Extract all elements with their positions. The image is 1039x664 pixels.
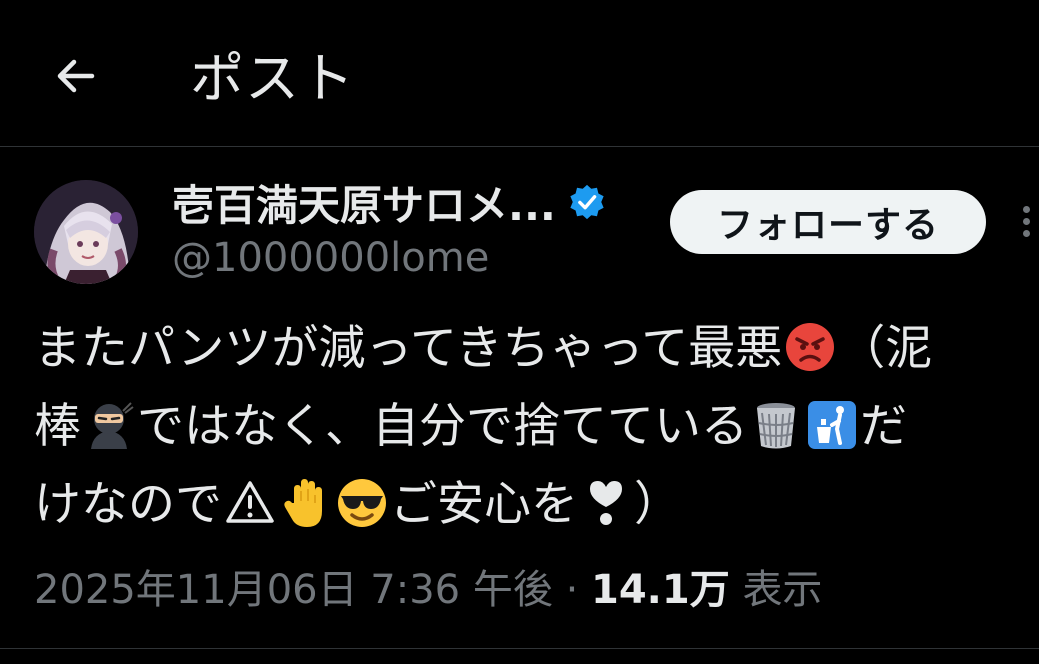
tweet-text-segment: けなので	[34, 477, 222, 532]
avatar[interactable]	[34, 180, 138, 284]
tweet-line-1: またパンツが減ってきちゃって最悪 （泥	[34, 310, 1034, 388]
smiling-face-with-sunglasses-emoji-icon	[338, 479, 386, 527]
arrow-left-icon	[57, 59, 95, 93]
header-divider	[0, 146, 1039, 147]
views-label: 表示	[742, 567, 823, 613]
tweet-text-segment: だ	[860, 399, 907, 454]
wastebasket-emoji-icon	[757, 403, 795, 449]
author-handle[interactable]: @1000000lome	[172, 232, 489, 284]
author-name-row[interactable]: 壱百満天原サロメ...	[172, 170, 606, 234]
angry-face-emoji-icon	[786, 323, 835, 371]
heart-exclamation-emoji-icon	[590, 481, 622, 525]
tweet-text-segment: またパンツが減ってきちゃって最悪	[34, 321, 783, 376]
litter-in-bin-sign-emoji-icon	[808, 401, 856, 449]
display-name[interactable]: 壱百満天原サロメ...	[172, 172, 556, 233]
raised-hand-emoji-icon	[284, 479, 322, 527]
page-title: ポスト	[190, 47, 355, 110]
follow-button[interactable]: フォローする	[670, 190, 986, 254]
more-dot	[1023, 230, 1030, 237]
more-options-button[interactable]	[1012, 200, 1039, 244]
more-dots-icon	[1023, 206, 1030, 213]
tweet-text-segment: ではなく、自分で捨てている	[137, 399, 748, 454]
tweet-text-segment: 棒	[34, 399, 81, 454]
tweet-text-segment: ご安心を	[390, 477, 578, 532]
tweet-meta: 2025年11月06日 7:36 午後 · 14.1万 表示	[34, 560, 822, 620]
verified-badge-icon	[570, 184, 604, 220]
warning-emoji-icon	[226, 481, 274, 523]
meta-divider	[0, 648, 1039, 649]
back-button[interactable]	[44, 46, 104, 106]
more-dot	[1023, 218, 1030, 225]
tweet-line-2: 棒 ではなく、自分で捨てている だ	[34, 388, 1034, 466]
timestamp[interactable]: 2025年11月06日 7:36 午後	[34, 567, 553, 613]
views-count: 14.1万	[591, 567, 730, 613]
tweet-text-segment: （泥	[838, 321, 933, 376]
tweet-text-segment: ）	[634, 477, 681, 532]
top-bar: ポスト	[0, 0, 1039, 146]
ninja-emoji-icon	[91, 402, 134, 449]
tweet-line-3: けなので ご安心を ）	[34, 466, 1034, 544]
tweet-text: またパンツが減ってきちゃって最悪 （泥 棒 ではなく、自分で捨てている だ けな…	[34, 310, 1034, 544]
meta-separator: ·	[565, 567, 579, 613]
avatar-image	[34, 180, 138, 284]
